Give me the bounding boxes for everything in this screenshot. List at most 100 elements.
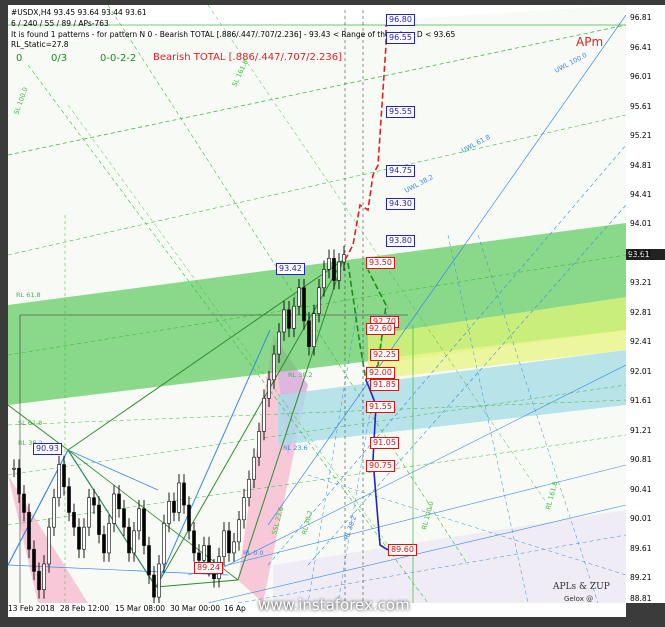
candle-body-22 xyxy=(122,508,126,528)
candle-body-10 xyxy=(62,464,66,487)
candle-body-26 xyxy=(142,508,146,546)
y-tick-2: 96.01 xyxy=(630,72,652,82)
target-level-1: 96.55 xyxy=(386,32,415,45)
candle-body-57 xyxy=(297,287,301,307)
y-tick-17: 90.01 xyxy=(630,514,652,524)
target-level-14: 90.75 xyxy=(366,459,395,472)
y-tick-13: 91.61 xyxy=(630,396,652,406)
point-label-93-42: 93.42 xyxy=(276,263,305,275)
y-tick-8: 93.61 xyxy=(630,248,652,258)
candle-body-52 xyxy=(272,353,276,381)
candle-body-25 xyxy=(137,508,141,532)
candle-body-59 xyxy=(307,320,311,348)
candle-body-64 xyxy=(332,258,336,281)
candle-body-12 xyxy=(72,512,76,528)
candle-body-49 xyxy=(257,431,261,458)
y-tick-5: 94.81 xyxy=(630,160,652,170)
y-tick-1: 96.41 xyxy=(630,42,652,52)
target-level-12: 91.55 xyxy=(366,400,395,413)
target-level-11: 91.85 xyxy=(370,378,399,391)
y-tick-10: 92.81 xyxy=(630,307,652,317)
x-tick-4: 16 Ap xyxy=(224,604,246,613)
line-label-13: RL 0.0 xyxy=(243,549,264,557)
y-tick-12: 92.01 xyxy=(630,366,652,376)
candle-body-18 xyxy=(102,534,106,554)
target-level-5: 93.80 xyxy=(386,234,415,247)
candle-body-42 xyxy=(222,530,226,557)
line-label-5: RL 61.8 xyxy=(16,291,41,299)
candle-body-27 xyxy=(147,545,151,576)
counter-sequence: 0-0-2-2 xyxy=(100,53,137,64)
apm-label: APm xyxy=(576,35,604,49)
target-level-6: 93.50 xyxy=(366,257,395,270)
candle-body-55 xyxy=(287,309,291,329)
candle-body-63 xyxy=(327,258,331,270)
candle-body-54 xyxy=(282,309,286,333)
candle-body-24 xyxy=(132,530,136,554)
symbol-line: #USDX,H4 93.45 93.64 93.44 93.61 xyxy=(11,8,147,17)
candle-body-6 xyxy=(42,563,46,591)
candle-body-32 xyxy=(172,501,176,513)
candle-body-9 xyxy=(57,464,61,498)
y-tick-14: 91.21 xyxy=(630,425,652,435)
target-level-0: 96.80 xyxy=(386,13,415,26)
candle-body-16 xyxy=(92,497,96,506)
candle-body-8 xyxy=(52,497,56,528)
point-label-89-24: 89.24 xyxy=(194,562,223,574)
candle-body-65 xyxy=(337,261,341,281)
y-tick-16: 90.41 xyxy=(630,484,652,494)
candle-body-53 xyxy=(277,331,281,355)
x-tick-0: 13 Feb 2018 xyxy=(8,604,55,613)
candle-body-2 xyxy=(22,493,26,513)
candle-body-1 xyxy=(17,467,21,495)
candle-body-5 xyxy=(37,571,41,591)
y-tick-3: 95.61 xyxy=(630,101,652,111)
target-level-3: 94.75 xyxy=(386,164,415,177)
candle-body-38 xyxy=(202,545,206,561)
chart-area[interactable]: UWL 100.0 UWL 61.8 UWL 38.2 RL 161.8 RL 100.… xyxy=(8,5,626,603)
y-tick-4: 95.21 xyxy=(630,131,652,141)
candle-body-19 xyxy=(107,523,111,554)
candle-body-33 xyxy=(177,482,181,513)
y-tick-20: 88.81 xyxy=(630,594,652,603)
candle-body-23 xyxy=(127,526,131,554)
candle-body-61 xyxy=(317,287,321,314)
candle-body-43 xyxy=(227,530,231,554)
candle-body-13 xyxy=(77,526,81,550)
line-label-10: SL 61.8 xyxy=(18,419,42,427)
line-label-14: RL 23.6 xyxy=(283,444,308,452)
candle-body-44 xyxy=(232,541,236,554)
x-tick-2: 15 Mar 08:00 xyxy=(115,604,166,613)
candle-body-47 xyxy=(247,478,251,498)
candle-body-20 xyxy=(112,493,116,524)
target-level-15: 89.60 xyxy=(388,544,417,557)
y-tick-19: 89.21 xyxy=(630,572,652,582)
rl-static-line: RL_Static=27.8 xyxy=(11,40,69,49)
y-tick-0: 96.81 xyxy=(630,13,652,23)
y-tick-7: 94.01 xyxy=(630,219,652,229)
candle-body-7 xyxy=(47,526,51,565)
candle-body-58 xyxy=(302,287,306,322)
y-tick-6: 94.41 xyxy=(630,190,652,199)
y-tick-18: 89.61 xyxy=(630,543,652,553)
counter-pattern: 0/3 xyxy=(51,53,68,64)
candle-body-35 xyxy=(187,504,191,532)
apls-zup-label: APLs & ZUP xyxy=(553,582,610,592)
target-level-2: 95.55 xyxy=(386,106,415,119)
candle-body-60 xyxy=(312,313,316,348)
target-level-13: 91.05 xyxy=(370,437,399,450)
candle-body-37 xyxy=(197,552,201,561)
candle-body-14 xyxy=(82,526,86,550)
y-tick-11: 92.41 xyxy=(630,337,652,347)
gelox-label: Gelox @ mt5.com xyxy=(564,595,594,603)
candle-body-15 xyxy=(87,497,91,528)
line-label-6: RL 38.2 xyxy=(288,371,313,379)
candle-body-11 xyxy=(67,486,71,513)
price-axis[interactable]: 93.61 96.81 96.41 96.01 95.61 95.21 94.81 94.4… xyxy=(626,5,665,603)
candle-body-48 xyxy=(252,456,256,480)
candle-body-3 xyxy=(27,512,31,550)
candle-body-0 xyxy=(12,467,16,470)
x-tick-1: 28 Feb 12:00 xyxy=(60,604,110,613)
price-chart[interactable]: UWL 100.0UWL 61.8UWL 38.2RL 161.8RL 100.… xyxy=(8,5,626,603)
candle-body-45 xyxy=(237,519,241,543)
